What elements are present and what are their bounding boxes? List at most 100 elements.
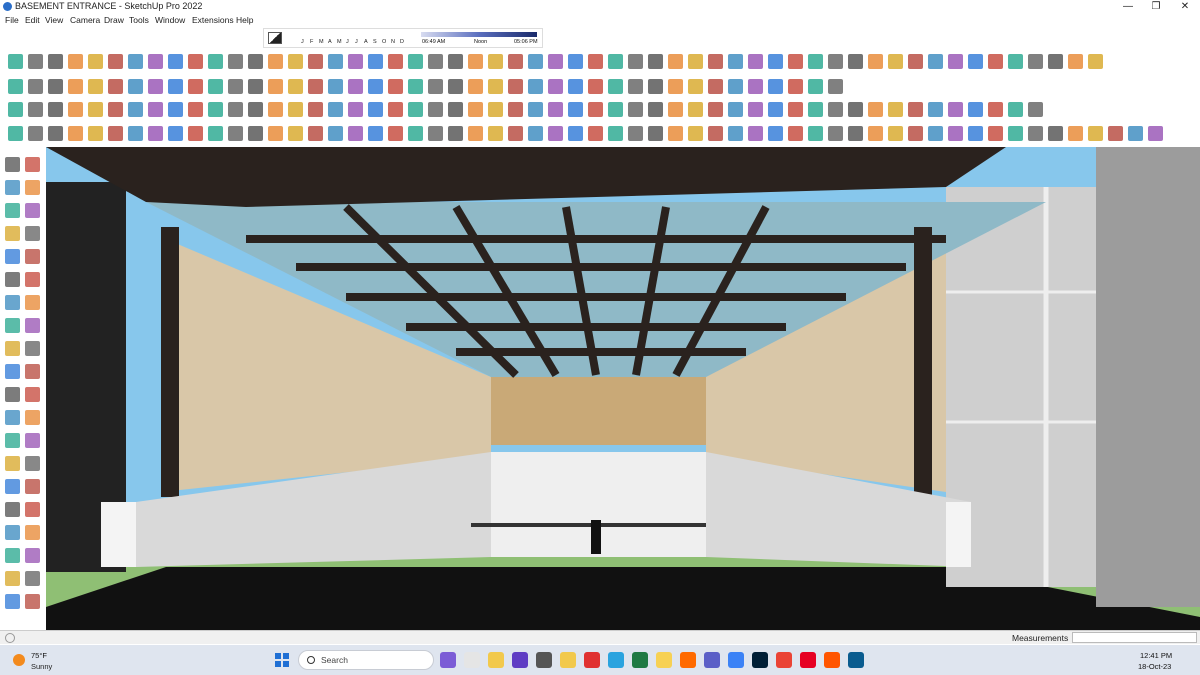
left-tool-icon[interactable] (25, 548, 40, 563)
toolbar-tool-icon[interactable] (248, 79, 263, 94)
toolbar-tool-icon[interactable] (408, 54, 423, 69)
toolbar-tool-icon[interactable] (628, 54, 643, 69)
toolbar-tool-icon[interactable] (308, 54, 323, 69)
month-label[interactable]: M (319, 39, 324, 45)
toolbar-tool-icon[interactable] (1028, 126, 1043, 141)
toolbar-tool-icon[interactable] (148, 79, 163, 94)
calculator-icon[interactable] (536, 652, 552, 668)
toolbar-tool-icon[interactable] (608, 54, 623, 69)
left-tool-icon[interactable] (25, 249, 40, 264)
toolbar-tool-icon[interactable] (708, 79, 723, 94)
left-tool-icon[interactable] (25, 341, 40, 356)
month-label[interactable]: A (364, 39, 368, 45)
left-tool-icon[interactable] (5, 456, 20, 471)
toolbar-tool-icon[interactable] (28, 79, 43, 94)
toolbar-tool-icon[interactable] (308, 102, 323, 117)
toolbar-tool-icon[interactable] (188, 79, 203, 94)
left-tool-icon[interactable] (5, 203, 20, 218)
toolbar-tool-icon[interactable] (128, 54, 143, 69)
toolbar-tool-icon[interactable] (48, 102, 63, 117)
toolbar-tool-icon[interactable] (948, 54, 963, 69)
toolbar-tool-icon[interactable] (768, 54, 783, 69)
toolbar-tool-icon[interactable] (28, 102, 43, 117)
toolbar-tool-icon[interactable] (8, 102, 23, 117)
toolbar-tool-icon[interactable] (1008, 102, 1023, 117)
left-tool-icon[interactable] (5, 180, 20, 195)
toolbar-tool-icon[interactable] (848, 54, 863, 69)
close-button[interactable]: ✕ (1170, 0, 1200, 13)
menu-edit[interactable]: Edit (25, 15, 40, 25)
left-tool-icon[interactable] (5, 594, 20, 609)
toolbar-tool-icon[interactable] (368, 102, 383, 117)
toolbar-tool-icon[interactable] (48, 79, 63, 94)
month-label[interactable]: D (400, 39, 404, 45)
toolbar-tool-icon[interactable] (368, 126, 383, 141)
toolbar-tool-icon[interactable] (328, 126, 343, 141)
toolbar-tool-icon[interactable] (748, 126, 763, 141)
toolbar-tool-icon[interactable] (548, 126, 563, 141)
toolbar-tool-icon[interactable] (568, 79, 583, 94)
toolbar-tool-icon[interactable] (68, 79, 83, 94)
toolbar-tool-icon[interactable] (948, 126, 963, 141)
toolbar-tool-icon[interactable] (1048, 126, 1063, 141)
toolbar-tool-icon[interactable] (408, 79, 423, 94)
toolbar-tool-icon[interactable] (748, 102, 763, 117)
toolbar-tool-icon[interactable] (8, 79, 23, 94)
toolbar-tool-icon[interactable] (268, 126, 283, 141)
month-label[interactable]: A (328, 39, 332, 45)
toolbar-tool-icon[interactable] (428, 102, 443, 117)
toolbar-tool-icon[interactable] (688, 102, 703, 117)
toolbar-tool-icon[interactable] (488, 79, 503, 94)
toolbar-tool-icon[interactable] (168, 79, 183, 94)
toolbar-tool-icon[interactable] (528, 54, 543, 69)
toolbar-tool-icon[interactable] (868, 54, 883, 69)
toolbar-tool-icon[interactable] (48, 54, 63, 69)
toolbar-tool-icon[interactable] (68, 102, 83, 117)
toolbar-tool-icon[interactable] (288, 102, 303, 117)
toolbar-tool-icon[interactable] (268, 102, 283, 117)
toolbar-tool-icon[interactable] (308, 126, 323, 141)
left-tool-icon[interactable] (25, 456, 40, 471)
left-tool-icon[interactable] (25, 479, 40, 494)
left-tool-icon[interactable] (5, 387, 20, 402)
toolbar-tool-icon[interactable] (368, 54, 383, 69)
toolbar-tool-icon[interactable] (428, 126, 443, 141)
toolbar-tool-icon[interactable] (588, 126, 603, 141)
toolbar-tool-icon[interactable] (548, 54, 563, 69)
left-tool-icon[interactable] (25, 226, 40, 241)
left-tool-icon[interactable] (5, 410, 20, 425)
model-viewport[interactable] (46, 147, 1200, 630)
left-tool-icon[interactable] (5, 548, 20, 563)
toolbar-tool-icon[interactable] (348, 126, 363, 141)
toolbar-tool-icon[interactable] (968, 126, 983, 141)
toolbar-tool-icon[interactable] (208, 102, 223, 117)
toolbar-tool-icon[interactable] (888, 54, 903, 69)
toolbar-tool-icon[interactable] (628, 102, 643, 117)
toolbar-tool-icon[interactable] (8, 126, 23, 141)
toolbar-tool-icon[interactable] (468, 102, 483, 117)
toolbar-tool-icon[interactable] (448, 102, 463, 117)
toolbar-tool-icon[interactable] (528, 126, 543, 141)
toolbar-tool-icon[interactable] (1048, 54, 1063, 69)
toolbar-tool-icon[interactable] (308, 79, 323, 94)
toolbar-tool-icon[interactable] (948, 102, 963, 117)
teams-icon[interactable] (704, 652, 720, 668)
toolbar-tool-icon[interactable] (548, 79, 563, 94)
measurements-input[interactable] (1072, 632, 1197, 643)
toolbar-tool-icon[interactable] (1148, 126, 1163, 141)
menu-view[interactable]: View (45, 15, 63, 25)
toolbar-tool-icon[interactable] (648, 79, 663, 94)
toolbar-tool-icon[interactable] (828, 126, 843, 141)
toolbar-tool-icon[interactable] (608, 79, 623, 94)
toolbar-tool-icon[interactable] (488, 102, 503, 117)
toolbar-tool-icon[interactable] (828, 102, 843, 117)
toolbar-tool-icon[interactable] (648, 102, 663, 117)
toolbar-tool-icon[interactable] (248, 126, 263, 141)
menu-draw[interactable]: Draw (104, 15, 124, 25)
toolbar-tool-icon[interactable] (768, 126, 783, 141)
left-tool-icon[interactable] (5, 571, 20, 586)
toolbar-tool-icon[interactable] (588, 102, 603, 117)
toolbar-tool-icon[interactable] (668, 79, 683, 94)
telegram-icon[interactable] (608, 652, 624, 668)
toolbar-tool-icon[interactable] (728, 79, 743, 94)
